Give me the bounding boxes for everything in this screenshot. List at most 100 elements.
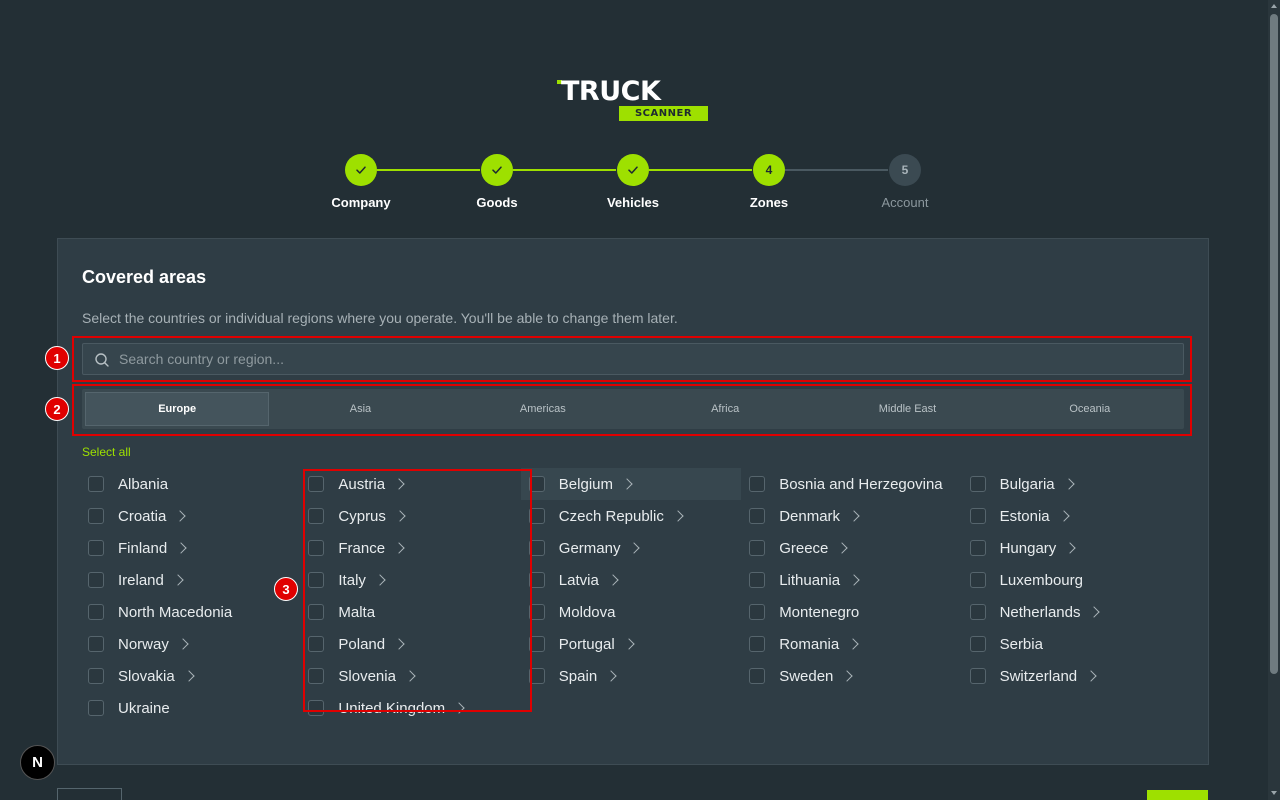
country-item[interactable]: Germany xyxy=(521,532,741,564)
chevron-right-icon[interactable] xyxy=(1088,606,1101,618)
country-checkbox[interactable] xyxy=(88,540,104,556)
country-item[interactable]: Luxembourg xyxy=(962,564,1182,596)
chevron-right-icon[interactable] xyxy=(374,574,386,586)
chevron-right-icon[interactable] xyxy=(628,542,641,554)
country-checkbox[interactable] xyxy=(969,540,986,556)
dev-tools-badge[interactable]: N xyxy=(20,745,55,780)
country-checkbox[interactable] xyxy=(88,572,104,588)
country-checkbox[interactable] xyxy=(308,572,325,588)
country-item[interactable]: Ukraine xyxy=(80,692,300,724)
country-item[interactable]: Moldova xyxy=(521,596,741,628)
chevron-right-icon[interactable] xyxy=(394,510,406,522)
country-item[interactable]: Finland xyxy=(80,532,300,564)
chevron-right-icon[interactable] xyxy=(172,574,184,586)
chevron-right-icon[interactable] xyxy=(672,510,684,522)
country-item[interactable]: Latvia xyxy=(521,564,741,596)
country-checkbox[interactable] xyxy=(969,668,986,684)
country-item[interactable]: Greece xyxy=(741,532,961,564)
country-item[interactable]: United Kingdom xyxy=(300,692,520,724)
country-checkbox[interactable] xyxy=(88,700,104,716)
country-item[interactable]: North Macedonia xyxy=(80,596,300,628)
chevron-right-icon[interactable] xyxy=(393,478,405,490)
country-checkbox[interactable] xyxy=(308,636,325,652)
chevron-right-icon[interactable] xyxy=(848,510,860,522)
chevron-right-icon[interactable] xyxy=(621,478,633,490)
country-item[interactable]: Hungary xyxy=(962,532,1182,564)
country-checkbox[interactable] xyxy=(88,604,104,620)
chevron-right-icon[interactable] xyxy=(1057,510,1070,522)
country-checkbox[interactable] xyxy=(749,668,766,684)
country-item[interactable]: Estonia xyxy=(962,500,1182,532)
chevron-right-icon[interactable] xyxy=(183,670,195,682)
country-checkbox[interactable] xyxy=(969,508,986,524)
country-checkbox[interactable] xyxy=(308,540,325,556)
country-item[interactable]: Austria xyxy=(300,468,520,500)
chevron-right-icon[interactable] xyxy=(607,574,619,586)
country-item[interactable]: Slovakia xyxy=(80,660,300,692)
country-checkbox[interactable] xyxy=(88,476,104,492)
tab-europe[interactable]: Europe xyxy=(85,392,270,426)
country-checkbox[interactable] xyxy=(308,668,325,684)
scrollbar-thumb[interactable] xyxy=(1270,14,1278,674)
country-checkbox[interactable] xyxy=(308,604,325,620)
country-item[interactable]: Malta xyxy=(300,596,520,628)
chevron-right-icon[interactable] xyxy=(1062,478,1075,490)
chevron-right-icon[interactable] xyxy=(453,702,465,714)
country-checkbox[interactable] xyxy=(749,604,766,620)
country-item[interactable]: Slovenia xyxy=(300,660,520,692)
country-checkbox[interactable] xyxy=(969,636,986,652)
country-checkbox[interactable] xyxy=(969,476,986,492)
search-input[interactable] xyxy=(119,344,1119,374)
country-checkbox[interactable] xyxy=(308,700,325,716)
country-item[interactable]: Serbia xyxy=(962,628,1182,660)
tab-africa[interactable]: Africa xyxy=(634,392,816,426)
country-item[interactable]: Denmark xyxy=(741,500,961,532)
scroll-down-arrow-icon[interactable] xyxy=(1271,791,1277,795)
chevron-right-icon[interactable] xyxy=(174,510,187,522)
back-button[interactable] xyxy=(57,788,122,800)
country-item[interactable]: Poland xyxy=(300,628,520,660)
country-item[interactable]: Netherlands xyxy=(962,596,1182,628)
tab-americas[interactable]: Americas xyxy=(452,392,634,426)
continue-button[interactable] xyxy=(1147,790,1208,800)
country-checkbox[interactable] xyxy=(308,476,325,492)
country-checkbox[interactable] xyxy=(749,572,766,588)
country-item[interactable]: Spain xyxy=(521,660,741,692)
country-item[interactable]: Norway xyxy=(80,628,300,660)
country-item[interactable]: Italy xyxy=(300,564,520,596)
select-all-link[interactable]: Select all xyxy=(82,445,131,459)
chevron-right-icon[interactable] xyxy=(177,638,189,650)
country-item[interactable]: Montenegro xyxy=(741,596,961,628)
country-checkbox[interactable] xyxy=(749,476,766,492)
page-scrollbar[interactable] xyxy=(1268,0,1280,800)
country-item[interactable]: Romania xyxy=(741,628,961,660)
chevron-right-icon[interactable] xyxy=(393,542,405,554)
country-checkbox[interactable] xyxy=(528,668,545,684)
country-checkbox[interactable] xyxy=(749,540,766,556)
chevron-right-icon[interactable] xyxy=(847,638,859,650)
country-checkbox[interactable] xyxy=(969,572,986,588)
scroll-up-arrow-icon[interactable] xyxy=(1271,4,1277,8)
country-checkbox[interactable] xyxy=(749,508,766,524)
country-item[interactable]: Cyprus xyxy=(300,500,520,532)
chevron-right-icon[interactable] xyxy=(605,670,617,682)
country-checkbox[interactable] xyxy=(749,636,766,652)
country-checkbox[interactable] xyxy=(308,508,325,524)
country-checkbox[interactable] xyxy=(528,508,545,524)
country-item[interactable]: Albania xyxy=(80,468,300,500)
chevron-right-icon[interactable] xyxy=(175,542,187,554)
chevron-right-icon[interactable] xyxy=(1064,542,1076,554)
tab-oceania[interactable]: Oceania xyxy=(999,392,1181,426)
chevron-right-icon[interactable] xyxy=(848,574,860,586)
country-item[interactable]: Belgium xyxy=(520,468,741,500)
tab-asia[interactable]: Asia xyxy=(269,392,451,426)
country-item[interactable]: France xyxy=(300,532,520,564)
country-checkbox[interactable] xyxy=(528,636,545,652)
country-checkbox[interactable] xyxy=(969,604,986,620)
chevron-right-icon[interactable] xyxy=(404,670,416,682)
search-field[interactable] xyxy=(82,343,1184,375)
country-checkbox[interactable] xyxy=(528,604,545,620)
chevron-right-icon[interactable] xyxy=(1085,670,1097,682)
country-item[interactable]: Sweden xyxy=(741,660,961,692)
country-checkbox[interactable] xyxy=(528,540,545,556)
